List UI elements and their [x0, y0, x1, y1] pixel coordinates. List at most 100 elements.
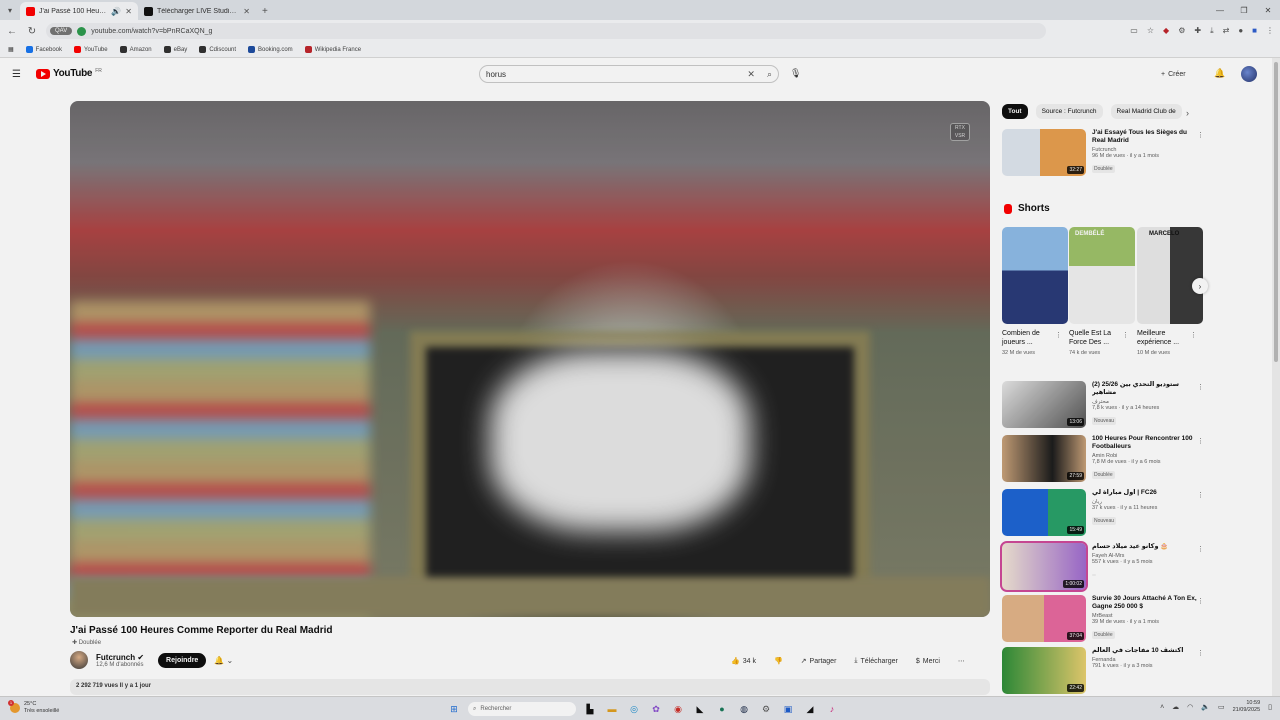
short-thumbnail[interactable]: DEMBÉLÉ — [1069, 227, 1135, 324]
chip-source[interactable]: Source : Futcrunch — [1035, 104, 1103, 119]
reload-icon[interactable]: ↻ — [26, 26, 38, 37]
video-thumbnail[interactable]: 15:49 — [1002, 489, 1086, 536]
thanks-button[interactable]: $ Merci — [912, 656, 944, 667]
short-thumbnail[interactable] — [1002, 227, 1068, 324]
back-arrow-icon[interactable]: ← — [6, 26, 18, 37]
like-button[interactable]: 👍 34 k — [727, 655, 760, 667]
download-button[interactable]: ⤓ Télécharger — [850, 655, 901, 667]
channel-name[interactable]: Futcrunch ✔ — [96, 653, 144, 662]
bookmark-wikipedia[interactable]: Wikipedia France — [304, 46, 361, 53]
speaker-icon[interactable]: 🔈 — [1201, 703, 1210, 711]
recommended-video[interactable]: 1:00:02 وكانو عيد ميلاد حسام 🎂 Fayeh Al-… — [1000, 541, 1204, 592]
browser-tab-tiktok[interactable]: Télécharger LIVE Studio | TikTok ✕ — [138, 2, 256, 20]
account-avatar[interactable] — [1241, 66, 1257, 82]
steam-icon[interactable]: ◍ — [736, 701, 752, 717]
bookmark-booking[interactable]: Booking.com — [248, 46, 293, 53]
taskbar-search[interactable]: ⌕ Rechercher — [468, 702, 576, 716]
search-input[interactable] — [486, 69, 748, 79]
settings-gear-icon[interactable]: ⚙ — [758, 701, 774, 717]
short-item[interactable]: DEMBÉLÉ Quelle Est La Force Des ... 74 k… — [1069, 227, 1135, 356]
microphone-icon[interactable]: 🎙 — [790, 68, 801, 79]
more-options-icon[interactable]: ⋮ — [1197, 649, 1204, 657]
more-options-icon[interactable]: ⋮ — [1197, 597, 1204, 605]
short-thumbnail[interactable]: MARCELO — [1137, 227, 1203, 324]
recommended-video[interactable]: 13:06 (2) 25/26 ستوديو التحدي بين مشاهير… — [1002, 381, 1204, 429]
new-tab-button[interactable]: + — [256, 2, 274, 20]
youtube-logo[interactable]: YouTube FR — [36, 68, 102, 79]
more-options-icon[interactable]: ⋮ — [1197, 437, 1204, 445]
create-button[interactable]: + Créer — [1161, 67, 1186, 82]
tab-search-chevron-icon[interactable]: ▾ — [0, 0, 20, 20]
subscribe-bell-icon[interactable]: 🔔 ⌄ — [214, 656, 233, 665]
profile-icon[interactable]: ● — [1238, 26, 1243, 36]
omnibox[interactable]: QAV youtube.com/watch?v=bPnRCaXQN_g — [46, 23, 1046, 39]
more-options-icon[interactable]: ⋮ — [1197, 545, 1204, 553]
bookmark-amazon[interactable]: Amazon — [119, 46, 152, 53]
recommended-video[interactable]: 27:59 100 Heures Pour Rencontrer 100 Foo… — [1002, 435, 1204, 483]
video-description[interactable]: 2 292 719 vues Il y a 1 jour — [70, 679, 990, 695]
cloud-icon[interactable]: ☁ — [1172, 703, 1179, 711]
recommended-video[interactable]: 32:27 J'ai Essayé Tous les Sièges du Rea… — [1002, 129, 1204, 177]
wifi-icon[interactable]: ◠ — [1187, 703, 1193, 711]
more-options-icon[interactable]: ⋮ — [1197, 131, 1204, 139]
scrollbar-thumb[interactable] — [1274, 62, 1278, 362]
chrome-icon[interactable]: ◉ — [670, 701, 686, 717]
video-player[interactable]: RTX VSR — [70, 101, 990, 617]
clock[interactable]: 10:59 21/09/2025 — [1233, 700, 1261, 714]
audio-icon[interactable]: 🔊 — [111, 7, 121, 16]
recommended-video[interactable]: 15:49 أول مباراة لي | FC26 ريان 37 k vue… — [1002, 489, 1204, 537]
windows-start-icon[interactable]: ⊞ — [446, 701, 462, 717]
battery-icon[interactable]: ▭ — [1218, 703, 1225, 711]
apps-grid-icon[interactable]: ▦ — [8, 46, 14, 53]
shield-extension-icon[interactable]: ◆ — [1163, 26, 1169, 36]
video-thumbnail[interactable]: 22:42 — [1002, 647, 1086, 694]
capcut-icon[interactable]: ◣ — [692, 701, 708, 717]
close-window-icon[interactable]: ✕ — [1256, 0, 1280, 20]
video-thumbnail[interactable]: 13:06 — [1002, 381, 1086, 428]
tray-chevron-icon[interactable]: ˄ — [1160, 704, 1164, 711]
sync-icon[interactable]: ⇄ — [1223, 26, 1230, 36]
maximize-icon[interactable]: ❐ — [1232, 0, 1256, 20]
clear-search-icon[interactable]: ✕ — [747, 69, 755, 80]
search-icon[interactable]: ⌕ — [767, 69, 772, 80]
task-view-icon[interactable]: ▙ — [582, 701, 598, 717]
more-options-icon[interactable]: ⋮ — [1197, 383, 1204, 391]
recommended-video[interactable]: 37:04 Survie 30 Jours Attaché A Ton Ex, … — [1002, 595, 1204, 643]
chip-all[interactable]: Tout — [1002, 104, 1028, 119]
notifications-icon[interactable]: ▯ — [1268, 703, 1272, 711]
share-button[interactable]: ↗ Partager — [797, 655, 841, 667]
channel-avatar[interactable] — [70, 651, 88, 669]
video-thumbnail[interactable]: 27:59 — [1002, 435, 1086, 482]
short-item[interactable]: Combien de joueurs ... 32 M de vues ⋮ — [1002, 227, 1068, 356]
browser-tab-youtube[interactable]: J'ai Passé 100 Heures Comme 🔊 ✕ — [20, 2, 138, 20]
short-item[interactable]: MARCELO Meilleure expérience ... 10 M de… — [1137, 227, 1203, 356]
more-options-icon[interactable]: ⋮ — [1055, 331, 1062, 339]
join-button[interactable]: Rejoindre — [158, 652, 207, 668]
weather-widget[interactable]: 25°C Très ensoleillé — [8, 700, 59, 715]
close-tab-icon[interactable]: ✕ — [243, 7, 250, 16]
site-chip[interactable]: QAV — [50, 27, 73, 35]
extension-icon[interactable]: ⚙ — [1178, 26, 1185, 36]
bookmark-star-icon[interactable]: ☆ — [1147, 26, 1154, 36]
bookmark-cdiscount[interactable]: Cdiscount — [199, 46, 236, 53]
notifications-bell-icon[interactable]: 🔔 — [1214, 68, 1225, 79]
close-tab-icon[interactable]: ✕ — [125, 7, 132, 16]
more-actions-icon[interactable]: ⋯ — [954, 655, 969, 667]
edge-icon[interactable]: ◎ — [626, 701, 642, 717]
app-icon[interactable]: ● — [714, 701, 730, 717]
more-options-icon[interactable]: ⋮ — [1122, 331, 1129, 339]
puzzle-icon[interactable]: ✚ — [1194, 26, 1201, 36]
more-options-icon[interactable]: ⋮ — [1190, 331, 1197, 339]
site-info-icon[interactable] — [77, 26, 87, 36]
video-thumbnail[interactable]: 37:04 — [1002, 595, 1086, 642]
dislike-button[interactable]: 👎 — [770, 655, 787, 667]
bookmark-youtube[interactable]: YouTube — [74, 46, 108, 53]
capcut-alt-icon[interactable]: ◢ — [802, 701, 818, 717]
chip-real-madrid[interactable]: Real Madrid Club de — [1110, 104, 1182, 119]
bookmark-ebay[interactable]: eBay — [163, 46, 187, 53]
hamburger-menu-icon[interactable]: ☰ — [12, 69, 21, 80]
chips-next-icon[interactable]: › — [1186, 108, 1189, 118]
photos-icon[interactable]: ▣ — [780, 701, 796, 717]
video-thumbnail[interactable]: 1:00:02 — [1000, 541, 1088, 592]
file-explorer-icon[interactable]: ▬ — [604, 701, 620, 717]
